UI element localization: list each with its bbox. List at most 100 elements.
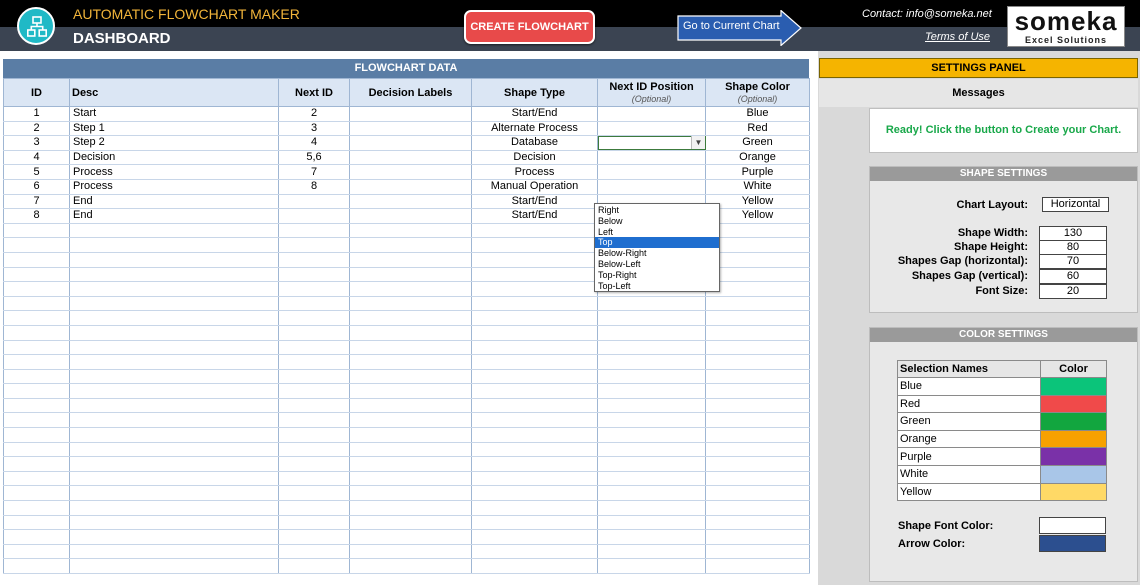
desc-cell[interactable]	[70, 355, 279, 370]
shape-color-cell[interactable]	[706, 428, 810, 443]
shape-type-cell[interactable]	[472, 325, 598, 340]
shape-type-cell[interactable]	[472, 559, 598, 574]
id-cell[interactable]	[4, 384, 70, 399]
next-id-position-cell[interactable]	[598, 150, 706, 165]
id-cell[interactable]	[4, 267, 70, 282]
desc-cell[interactable]	[70, 267, 279, 282]
id-cell[interactable]	[4, 515, 70, 530]
next-id-position-cell[interactable]	[598, 428, 706, 443]
next-id-position-cell[interactable]	[598, 442, 706, 457]
shape-color-cell[interactable]	[706, 501, 810, 516]
id-cell[interactable]	[4, 355, 70, 370]
next-id-cell[interactable]	[279, 223, 350, 238]
next-id-position-cell[interactable]	[598, 544, 706, 559]
create-flowchart-button[interactable]: CREATE FLOWCHART	[464, 10, 595, 44]
shape-type-cell[interactable]	[472, 369, 598, 384]
id-cell[interactable]	[4, 398, 70, 413]
shape-color-cell[interactable]	[706, 311, 810, 326]
decision-labels-cell[interactable]	[350, 384, 472, 399]
next-id-position-cell[interactable]	[598, 398, 706, 413]
color-swatch[interactable]	[1041, 483, 1107, 501]
contact-email[interactable]: Contact: info@someka.net	[862, 8, 992, 20]
desc-cell[interactable]	[70, 223, 279, 238]
shape-type-cell[interactable]	[472, 515, 598, 530]
shapes-gap-vertical-field[interactable]: 60	[1039, 269, 1107, 284]
shape-color-cell[interactable]	[706, 486, 810, 501]
shape-type-cell[interactable]	[472, 267, 598, 282]
desc-cell[interactable]	[70, 428, 279, 443]
shape-type-cell[interactable]	[472, 457, 598, 472]
shape-type-cell[interactable]: Start/End	[472, 194, 598, 209]
shape-color-cell[interactable]	[706, 325, 810, 340]
shape-color-cell[interactable]	[706, 340, 810, 355]
shape-color-cell[interactable]	[706, 398, 810, 413]
desc-cell[interactable]	[70, 252, 279, 267]
desc-cell[interactable]: Decision	[70, 150, 279, 165]
decision-labels-cell[interactable]	[350, 121, 472, 136]
next-id-cell[interactable]	[279, 252, 350, 267]
id-cell[interactable]	[4, 311, 70, 326]
id-cell[interactable]	[4, 544, 70, 559]
next-id-cell[interactable]	[279, 238, 350, 253]
id-cell[interactable]	[4, 530, 70, 545]
chart-layout-field[interactable]: Horizontal	[1042, 197, 1109, 212]
desc-cell[interactable]	[70, 486, 279, 501]
shape-color-cell[interactable]	[706, 442, 810, 457]
desc-cell[interactable]: End	[70, 194, 279, 209]
dropdown-option[interactable]: Top-Right	[595, 270, 719, 281]
id-cell[interactable]: 7	[4, 194, 70, 209]
next-id-cell[interactable]	[279, 559, 350, 574]
decision-labels-cell[interactable]	[350, 238, 472, 253]
desc-cell[interactable]	[70, 369, 279, 384]
next-id-position-cell[interactable]	[598, 501, 706, 516]
shape-type-cell[interactable]: Database	[472, 136, 598, 151]
next-id-cell[interactable]	[279, 296, 350, 311]
next-id-cell[interactable]	[279, 311, 350, 326]
color-swatch[interactable]	[1041, 413, 1107, 431]
decision-labels-cell[interactable]	[350, 369, 472, 384]
id-cell[interactable]	[4, 413, 70, 428]
shape-color-cell[interactable]	[706, 544, 810, 559]
desc-cell[interactable]: Step 2	[70, 136, 279, 151]
desc-cell[interactable]	[70, 398, 279, 413]
shapes-gap-horizontal-field[interactable]: 70	[1039, 254, 1107, 269]
decision-labels-cell[interactable]	[350, 282, 472, 297]
dropdown-option[interactable]: Top-Left	[595, 281, 719, 292]
shape-color-cell[interactable]: Red	[706, 121, 810, 136]
terms-of-use-link[interactable]: Terms of Use	[925, 31, 990, 43]
shape-type-cell[interactable]: Manual Operation	[472, 179, 598, 194]
shape-color-cell[interactable]	[706, 515, 810, 530]
id-cell[interactable]	[4, 486, 70, 501]
next-id-cell[interactable]	[279, 515, 350, 530]
next-id-cell[interactable]	[279, 340, 350, 355]
shape-color-cell[interactable]	[706, 252, 810, 267]
next-id-cell[interactable]	[279, 457, 350, 472]
shape-type-cell[interactable]	[472, 413, 598, 428]
next-id-position-cell[interactable]	[598, 179, 706, 194]
shape-type-cell[interactable]	[472, 442, 598, 457]
next-id-position-cell[interactable]	[598, 165, 706, 180]
next-id-cell[interactable]	[279, 325, 350, 340]
desc-cell[interactable]	[70, 325, 279, 340]
shape-color-cell[interactable]: Yellow	[706, 194, 810, 209]
shape-color-cell[interactable]	[706, 384, 810, 399]
desc-cell[interactable]	[70, 384, 279, 399]
next-id-cell[interactable]: 5,6	[279, 150, 350, 165]
color-swatch[interactable]	[1041, 448, 1107, 466]
desc-cell[interactable]: End	[70, 209, 279, 224]
shape-type-cell[interactable]	[472, 544, 598, 559]
decision-labels-cell[interactable]	[350, 442, 472, 457]
next-id-cell[interactable]	[279, 267, 350, 282]
shape-type-cell[interactable]	[472, 530, 598, 545]
next-id-position-cell[interactable]	[598, 559, 706, 574]
id-cell[interactable]	[4, 296, 70, 311]
desc-cell[interactable]	[70, 413, 279, 428]
shape-color-cell[interactable]	[706, 413, 810, 428]
shape-color-cell[interactable]: Yellow	[706, 209, 810, 224]
id-cell[interactable]: 5	[4, 165, 70, 180]
dropdown-option[interactable]: Left	[595, 227, 719, 238]
decision-labels-cell[interactable]	[350, 194, 472, 209]
next-id-position-cell[interactable]	[598, 369, 706, 384]
shape-type-cell[interactable]	[472, 223, 598, 238]
decision-labels-cell[interactable]	[350, 398, 472, 413]
